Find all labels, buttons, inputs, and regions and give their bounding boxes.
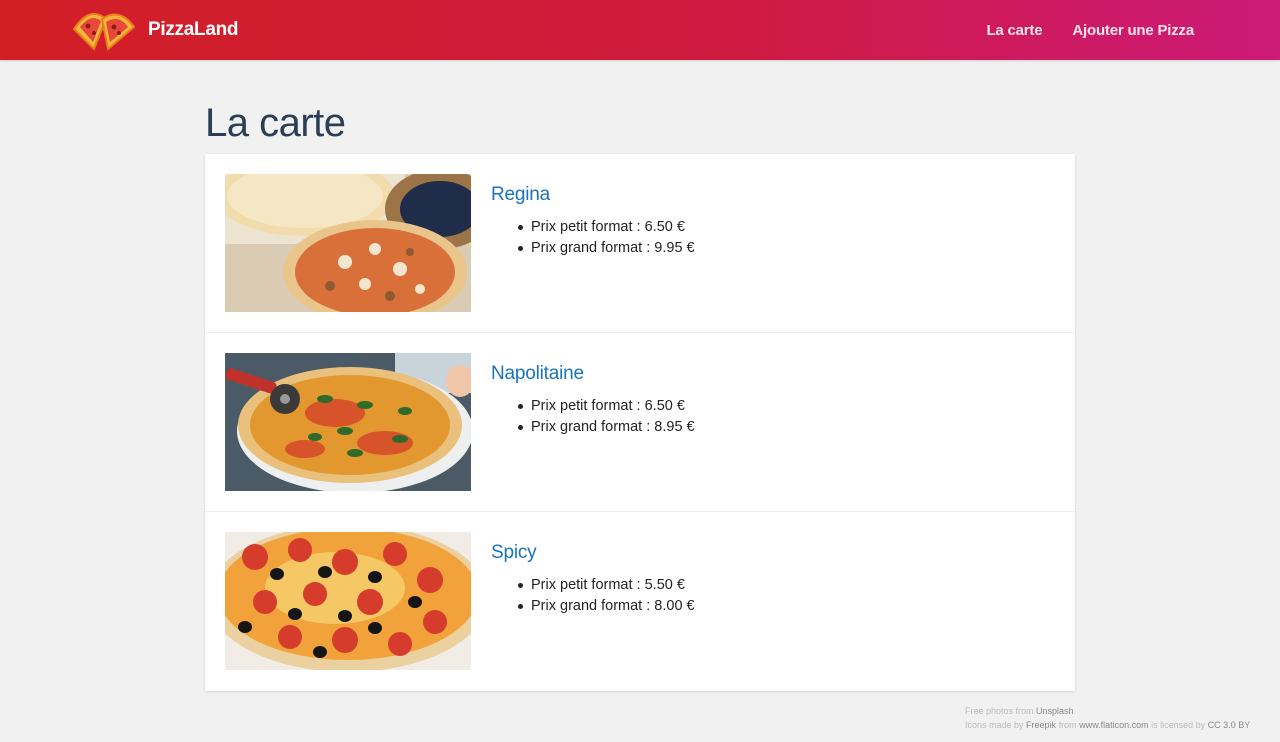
credits-licensed: is licensed by [1151, 720, 1206, 730]
pizza-image-regina[interactable] [225, 174, 471, 312]
pizza-item-regina: Regina Prix petit format : 6.50 € Prix g… [205, 154, 1075, 333]
price-list: Prix petit format : 5.50 € Prix grand fo… [518, 575, 695, 617]
price-list: Prix petit format : 6.50 € Prix grand fo… [518, 396, 695, 438]
credits: Free photos from Unsplash Icons made by … [965, 704, 1250, 732]
pizza-item-spicy: Spicy Prix petit format : 5.50 € Prix gr… [205, 512, 1075, 691]
credits-icons-prefix: Icons made by [965, 720, 1024, 730]
pizza-list: Regina Prix petit format : 6.50 € Prix g… [205, 154, 1075, 691]
nav-link-carte[interactable]: La carte [986, 22, 1042, 39]
pizza-name-link[interactable]: Napolitaine [491, 363, 584, 385]
top-navbar: PizzaLand La carte Ajouter une Pizza [0, 0, 1280, 60]
price-large: Prix grand format : 8.95 € [518, 417, 695, 438]
brand-link[interactable]: PizzaLand [70, 4, 239, 56]
pizza-image-napolitaine[interactable] [225, 353, 471, 491]
brand-name: PizzaLand [148, 19, 239, 40]
flaticon-link[interactable]: www.flaticon.com [1079, 720, 1149, 730]
pizza-image-spicy[interactable] [225, 532, 471, 670]
price-small: Prix petit format : 6.50 € [518, 217, 695, 238]
unsplash-link[interactable]: Unsplash [1036, 706, 1074, 716]
credits-photos-prefix: Free photos from [965, 706, 1034, 716]
price-large: Prix grand format : 9.95 € [518, 238, 695, 259]
price-small: Prix petit format : 6.50 € [518, 396, 695, 417]
price-list: Prix petit format : 6.50 € Prix grand fo… [518, 217, 695, 259]
freepik-link[interactable]: Freepik [1026, 720, 1056, 730]
pizza-name-link[interactable]: Spicy [491, 542, 537, 564]
pizza-name-link[interactable]: Regina [491, 184, 550, 206]
nav-link-add-pizza[interactable]: Ajouter une Pizza [1072, 22, 1194, 39]
page-title: La carte [205, 101, 346, 145]
pizza-item-napolitaine: Napolitaine Prix petit format : 6.50 € P… [205, 333, 1075, 512]
price-small: Prix petit format : 5.50 € [518, 575, 695, 596]
credits-from: from [1058, 720, 1077, 730]
pizza-logo-icon [72, 12, 136, 51]
credits-photos: Free photos from Unsplash [965, 704, 1250, 718]
credits-icons: Icons made by Freepik from www.flaticon.… [965, 718, 1250, 732]
main-nav: La carte Ajouter une Pizza [986, 0, 1194, 60]
price-large: Prix grand format : 8.00 € [518, 596, 695, 617]
license-link[interactable]: CC 3.0 BY [1208, 720, 1251, 730]
